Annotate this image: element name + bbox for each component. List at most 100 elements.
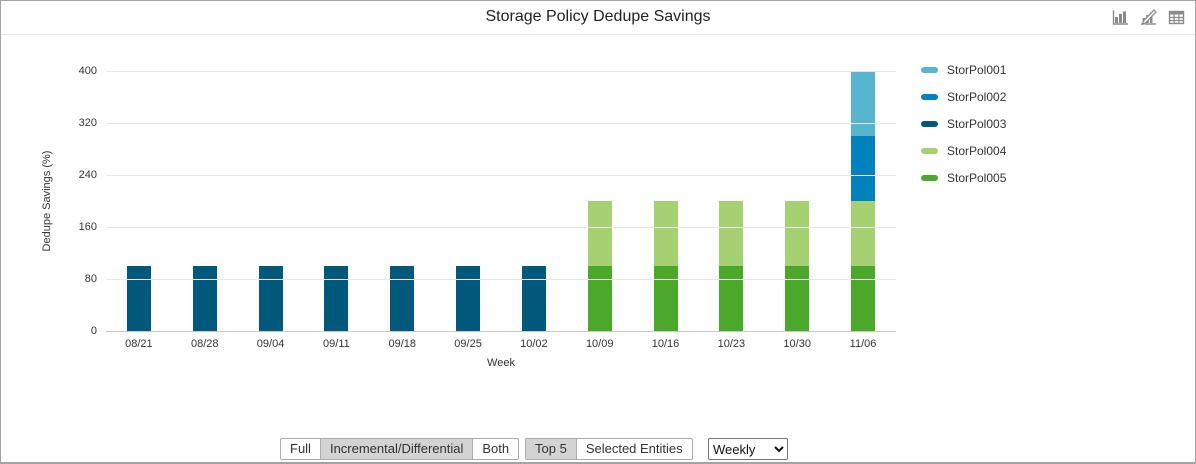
bar-segment-storpol004[interactable]: [587, 201, 612, 266]
x-tick-label: 09/11: [323, 338, 350, 350]
bar-slot: [435, 71, 501, 331]
stacked-bar: [653, 201, 678, 331]
footer-controls: Full Incremental/Differential Both Top 5 Se…: [1, 437, 1195, 460]
y-tick-label: 240: [78, 169, 97, 181]
legend-item-storpol001[interactable]: StorPol001: [921, 63, 1006, 77]
x-tick-label: 10/16: [651, 338, 680, 350]
bar-segment-storpol003[interactable]: [126, 266, 151, 331]
x-tick-label: 09/04: [256, 338, 285, 350]
button-selected-entities[interactable]: Selected Entities: [575, 438, 693, 460]
y-tick-label: 320: [78, 117, 97, 129]
bar-segment-storpol004[interactable]: [785, 201, 810, 266]
y-tick-label: 400: [78, 65, 97, 77]
bar-segment-storpol003[interactable]: [324, 266, 349, 331]
bar-slot: [501, 71, 567, 331]
bar-slot: [764, 71, 830, 331]
legend-swatch: [921, 121, 938, 127]
bar-series-container: [106, 71, 896, 331]
button-incremental-differential[interactable]: Incremental/Differential: [319, 438, 474, 460]
bar-slot: [369, 71, 435, 331]
bar-segment-storpol003[interactable]: [521, 266, 546, 331]
stacked-bar: [324, 266, 349, 331]
chart-legend: StorPol001 StorPol002 StorPol003 StorPol004…: [921, 63, 1006, 185]
bar-segment-storpol002[interactable]: [851, 136, 876, 201]
bar-slot: [106, 71, 172, 331]
legend-item-storpol004[interactable]: StorPol004: [921, 144, 1006, 158]
bar-segment-storpol005[interactable]: [719, 266, 744, 331]
bar-slot: [567, 71, 633, 331]
legend-swatch: [921, 175, 938, 181]
legend-label: StorPol005: [947, 171, 1007, 185]
x-tick-label: 10/09: [585, 338, 614, 350]
table-view-icon[interactable]: [1168, 9, 1185, 26]
title-bar: Storage Policy Dedupe Savings: [1, 1, 1195, 35]
bar-segment-storpol004[interactable]: [719, 201, 744, 266]
x-tick-label: 09/18: [388, 338, 416, 350]
bar-segment-storpol001[interactable]: [851, 71, 876, 136]
gridline: [106, 123, 896, 124]
bar-slot: [238, 71, 304, 331]
bar-segment-storpol003[interactable]: [192, 266, 217, 331]
column-chart-icon[interactable]: [1112, 9, 1129, 26]
legend-item-storpol003[interactable]: StorPol003: [921, 117, 1006, 131]
x-axis-title: Week: [487, 357, 515, 369]
stacked-bar: [192, 266, 217, 331]
x-tick-label: 10/02: [520, 338, 548, 350]
frequency-dropdown[interactable]: Weekly: [708, 438, 788, 460]
report-widget: Storage Policy Dedupe Savings Dedupe Sav…: [0, 0, 1196, 464]
button-both[interactable]: Both: [472, 438, 520, 460]
x-tick-label: 11/06: [849, 338, 877, 350]
stacked-bar: [258, 266, 283, 331]
gridline: [106, 71, 896, 72]
chart-plot-area: 08/21 08/28 09/04 09/11 09/18 09/25 10/02 10/09…: [79, 65, 896, 350]
x-tick-label: 10/23: [717, 338, 746, 350]
legend-label: StorPol002: [947, 90, 1007, 104]
x-tick-label: 10/30: [783, 338, 811, 350]
stacked-bar: [719, 201, 744, 331]
gridline: [106, 279, 896, 280]
gridline: [106, 227, 896, 228]
y-axis-title: Dedupe Savings (%): [41, 150, 53, 252]
stacked-bar: [521, 266, 546, 331]
bar-segment-storpol003[interactable]: [258, 266, 283, 331]
bar-slot: [633, 71, 699, 331]
legend-item-storpol002[interactable]: StorPol002: [921, 90, 1006, 104]
legend-label: StorPol001: [947, 63, 1007, 77]
legend-item-storpol005[interactable]: StorPol005: [921, 171, 1006, 185]
y-tick-label: 80: [84, 273, 97, 285]
stacked-bar: [456, 266, 481, 331]
legend-label: StorPol003: [947, 117, 1007, 131]
backup-type-button-group: Full Incremental/Differential Both: [280, 438, 520, 460]
x-axis-labels: 08/21 08/28 09/04 09/11 09/18 09/25 10/02 10/09…: [106, 338, 896, 350]
stacked-bar: [587, 201, 612, 331]
bar-segment-storpol004[interactable]: [851, 201, 876, 266]
stacked-bar: [126, 266, 151, 331]
button-full[interactable]: Full: [280, 438, 321, 460]
stacked-bar: [785, 201, 810, 331]
bar-segment-storpol005[interactable]: [587, 266, 612, 331]
legend-label: StorPol004: [947, 144, 1007, 158]
x-tick-label: 08/21: [125, 338, 153, 350]
gridline: [106, 175, 896, 176]
bar-segment-storpol005[interactable]: [851, 266, 876, 331]
legend-swatch: [921, 148, 938, 154]
bar-segment-storpol003[interactable]: [456, 266, 481, 331]
stacked-bar: [851, 71, 876, 331]
chart-toolbar: [1112, 9, 1185, 26]
entity-button-group: Top 5 Selected Entities: [525, 438, 693, 460]
bar-segment-storpol003[interactable]: [390, 266, 415, 331]
y-tick-label: 160: [78, 221, 97, 233]
bar-slot: [698, 71, 764, 331]
page-title: Storage Policy Dedupe Savings: [485, 8, 711, 25]
bar-segment-storpol005[interactable]: [653, 266, 678, 331]
stacked-bar: [390, 266, 415, 331]
bar-segment-storpol005[interactable]: [785, 266, 810, 331]
x-tick-label: 08/28: [190, 338, 219, 350]
edit-chart-icon[interactable]: [1140, 9, 1157, 26]
y-tick-label: 0: [90, 325, 97, 337]
bar-segment-storpol004[interactable]: [653, 201, 678, 266]
bar-slot: [303, 71, 369, 331]
button-top-5[interactable]: Top 5: [525, 438, 577, 460]
legend-swatch: [921, 67, 938, 73]
bar-slot: [830, 71, 896, 331]
